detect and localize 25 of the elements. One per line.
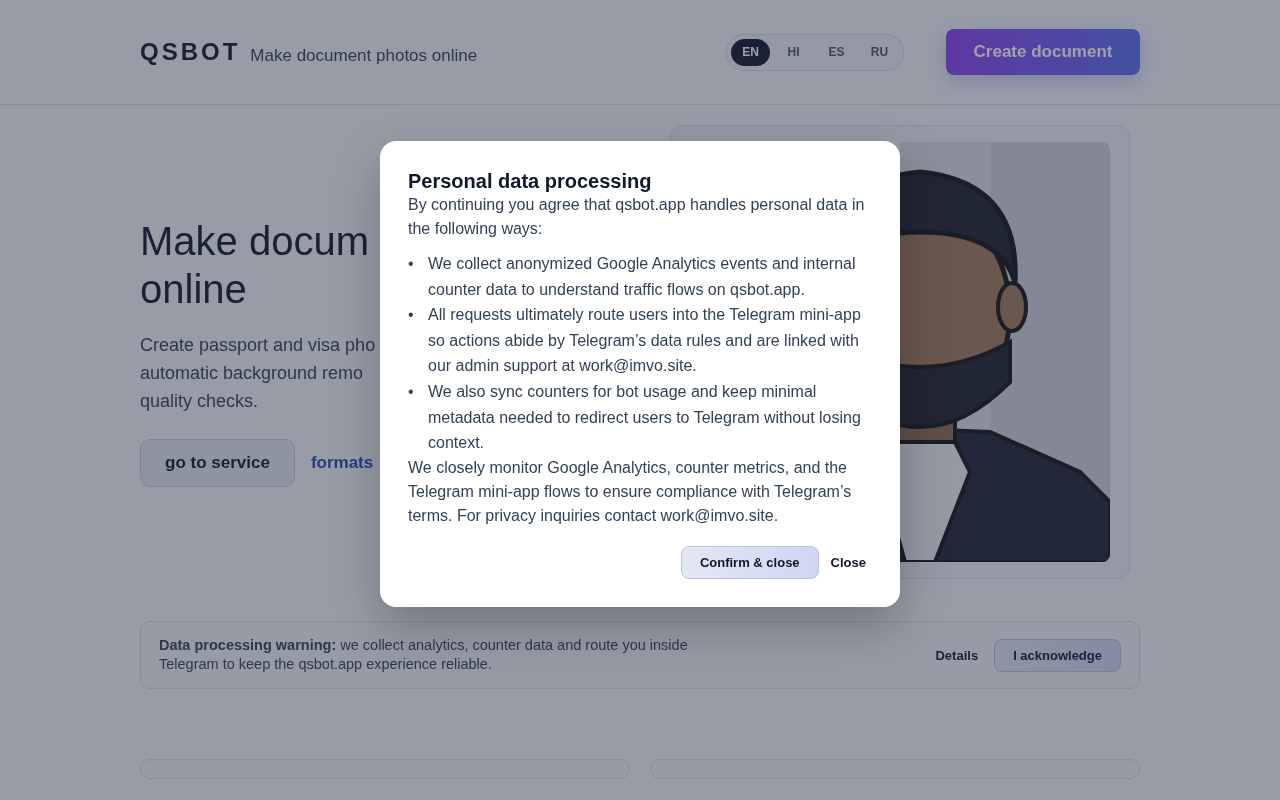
hero-subtitle: Create passport and visa pho automatic background remo quality checks. [140, 334, 376, 413]
confirm-close-button[interactable]: Confirm & close [680, 545, 819, 579]
close-button[interactable]: Close [824, 554, 872, 570]
dialog-list-item: We also sync counters for bot usage and keep minimal metadata needed to redirect users to Telegram without losing context. [428, 381, 862, 454]
bullet: • [408, 254, 415, 274]
language-option[interactable]: HI [774, 38, 813, 66]
dialog-list-item: All requests ultimately route users into the Telegram mini-app so actions abide by Telegram’s data rules and are linked with our admin support at work@imvo.site. [428, 305, 862, 377]
logo: QSBOT [140, 38, 241, 66]
hero-title: Make docum online [140, 218, 369, 313]
dialog-title: Personal data processing [408, 169, 653, 193]
dialog-list-item: We collect anonymized Google Analytics events and internal counter data to understand traffic flows on qsbot.app. [428, 254, 857, 300]
go-to-service-button[interactable]: go to service [140, 439, 295, 487]
formats-link[interactable]: formats [310, 453, 374, 473]
bullet: • [408, 305, 415, 326]
create-document-button[interactable]: Create document [946, 29, 1140, 75]
language-option[interactable]: ES [817, 38, 856, 66]
dialog-intro: By continuing you agree that qsbot.app handles personal data in the following ways: [408, 195, 866, 239]
bullet: • [408, 381, 415, 402]
dialog-outro: We closely monitor Google Analytics, counter metrics, and the Telegram mini-app flows to ensure compliance with Telegram’s terms. For privacy inquiries contact work@imvo.site. [408, 457, 853, 526]
details-button[interactable]: Details [929, 647, 985, 663]
language-option[interactable]: RU [860, 38, 899, 66]
tagline: Make document photos online [250, 46, 479, 66]
warning-text: Data processing warning: we collect analytics, counter data and route you inside Telegram to keep the qsbot.app experience reliable. [159, 636, 689, 674]
acknowledge-button[interactable]: I acknowledge [994, 638, 1121, 672]
language-option[interactable]: EN [731, 38, 770, 66]
